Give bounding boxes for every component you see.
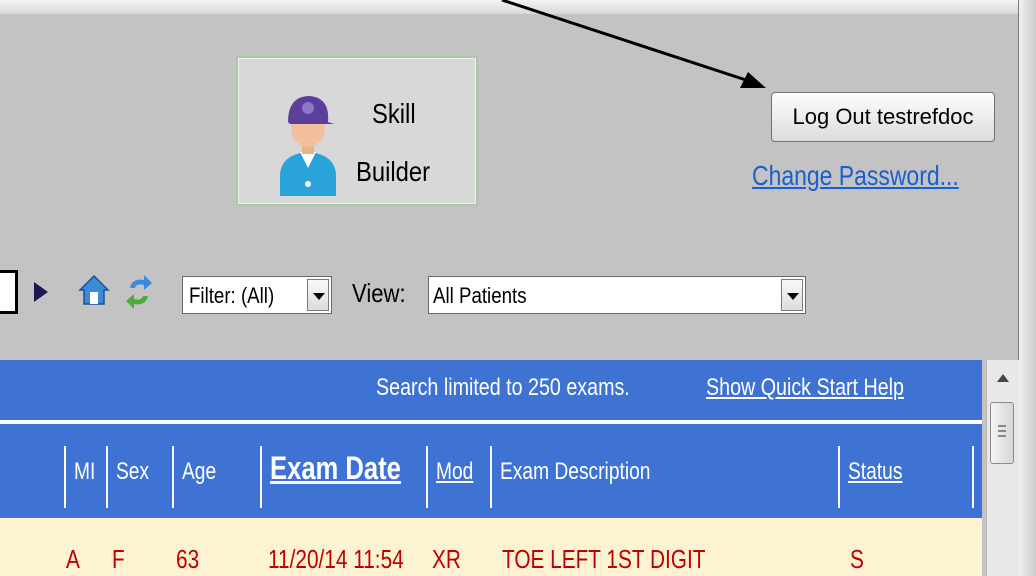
cell-sex: F (112, 544, 125, 574)
change-password-link[interactable]: Change Password... (752, 160, 959, 192)
scroll-thumb[interactable] (990, 402, 1014, 464)
column-header-status[interactable]: Status (838, 446, 974, 508)
vertical-scrollbar[interactable] (986, 360, 1019, 576)
table-header: MI Sex Age Exam Date Mod Exam Descriptio… (0, 424, 982, 518)
search-box-edge[interactable] (0, 270, 18, 314)
view-label: View: (352, 278, 406, 308)
column-header-mi[interactable]: MI (64, 446, 104, 508)
cell-exam-description: TOE LEFT 1ST DIGIT (502, 544, 706, 574)
cell-mod: XR (432, 544, 461, 574)
cell-age: 63 (176, 544, 200, 574)
cell-status: S (850, 544, 864, 574)
filter-select[interactable]: Filter: (All) (182, 276, 332, 314)
column-header-sex[interactable]: Sex (106, 446, 170, 508)
filter-value: Filter: (All) (189, 283, 275, 308)
refresh-icon[interactable] (124, 274, 154, 310)
home-icon[interactable] (78, 274, 110, 306)
column-header-exam-description[interactable]: Exam Description (490, 446, 836, 508)
search-limit-note: Search limited to 250 exams. (376, 374, 630, 401)
skill-builder-button[interactable]: Skill Builder (236, 56, 478, 206)
dropdown-arrow-icon[interactable] (781, 279, 803, 311)
view-select[interactable]: All Patients (428, 276, 806, 314)
scroll-grip (998, 425, 1006, 427)
view-value: All Patients (433, 283, 527, 308)
column-header-exam-date[interactable]: Exam Date (260, 446, 424, 508)
quick-start-help-link[interactable]: Show Quick Start Help (706, 374, 904, 402)
skill-label-line2: Builder (356, 156, 431, 187)
column-header-age[interactable]: Age (172, 446, 258, 508)
dropdown-arrow-icon[interactable] (307, 279, 329, 311)
cell-exam-date: 11/20/14 11:54 (268, 544, 404, 574)
skill-label-line1: Skill (372, 98, 416, 129)
play-icon[interactable] (34, 282, 48, 302)
table-row[interactable]: A F 63 11/20/14 11:54 XR TOE LEFT 1ST DI… (0, 518, 982, 576)
logout-button[interactable]: Log Out testrefdoc (771, 92, 995, 142)
search-banner: Search limited to 250 exams. Show Quick … (0, 360, 982, 420)
cell-mi: A (66, 544, 80, 574)
user-avatar-icon (280, 96, 336, 196)
column-header-mod[interactable]: Mod (426, 446, 488, 508)
scroll-up-icon[interactable] (997, 374, 1009, 382)
